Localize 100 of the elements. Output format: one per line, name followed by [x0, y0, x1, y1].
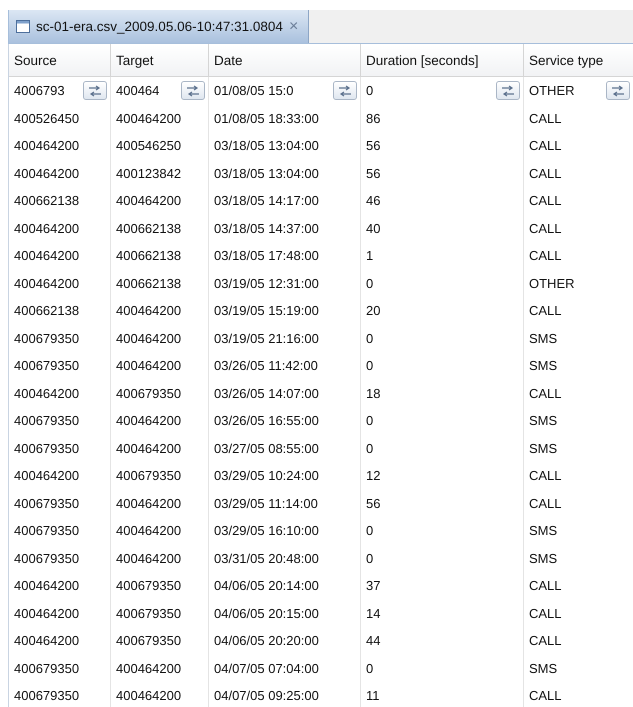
table-cell: 03/29/05 11:14:00: [214, 496, 318, 511]
filter-button[interactable]: [83, 81, 107, 100]
table-cell: 400123842: [116, 166, 182, 181]
table-cell: 400662138: [14, 193, 80, 208]
table-cell: 4006793: [14, 83, 65, 98]
table-cell: CALL: [529, 633, 562, 648]
table-cell: 03/18/05 17:48:00: [214, 248, 319, 264]
table-cell: 400679350: [116, 633, 182, 648]
table-cell: 0: [366, 523, 374, 538]
table-cell: 03/18/05 14:17:00: [214, 193, 319, 208]
arrows-icon: [338, 84, 352, 97]
table-cell: 400464200: [14, 220, 80, 236]
table-cell: 400464200: [116, 303, 182, 318]
table-cell: 400464200: [116, 523, 182, 538]
table-cell: 01/08/05 15:0: [214, 83, 294, 98]
table-cell: 400546250: [116, 138, 182, 154]
table-cell: 400464200: [14, 633, 80, 648]
table-cell: CALL: [529, 496, 562, 511]
table-cell: 0: [366, 83, 374, 98]
table-cell: 03/19/05 21:16:00: [214, 330, 319, 346]
column-header[interactable]: Date: [209, 44, 361, 77]
arrows-icon: [186, 84, 200, 97]
table-cell: 0: [366, 550, 374, 566]
table-cell: 03/26/05 16:55:00: [214, 413, 319, 428]
table-cell: 400679350: [116, 468, 182, 484]
table-cell: 03/19/05 12:31:00: [214, 276, 319, 291]
table-cell: 400679350: [14, 688, 80, 704]
table-cell: 400662138: [14, 303, 80, 318]
table-cell: 400679350: [14, 440, 80, 456]
table-cell: 400464200: [116, 330, 182, 346]
table-cell: OTHER: [529, 83, 574, 98]
column-header[interactable]: Target: [111, 44, 209, 77]
table-cell: 04/06/05 20:15:00: [214, 606, 319, 621]
filter-button[interactable]: [181, 81, 205, 100]
table-cell: 400679350: [14, 523, 80, 538]
table-cell: SMS: [529, 440, 558, 456]
table-cell: 400464200: [116, 660, 182, 676]
table-cell: 0: [366, 440, 374, 456]
table-cell: 03/26/05 11:42:00: [214, 358, 318, 374]
table-cell: 20: [366, 303, 380, 318]
table-cell: 12: [366, 468, 380, 484]
table-cell: 03/27/05 08:55:00: [214, 440, 319, 456]
table-cell: 400464200: [116, 688, 182, 704]
table-cell: CALL: [529, 688, 562, 704]
table-cell: 56: [366, 496, 380, 511]
table-cell: 400464200: [116, 358, 182, 374]
table-cell: 400526450: [14, 110, 80, 126]
table-cell: 400464200: [116, 550, 182, 566]
table-cell: 400464200: [116, 440, 182, 456]
table-cell: 04/06/05 20:20:00: [214, 633, 319, 648]
table-cell: CALL: [529, 303, 562, 318]
table-cell: 03/18/05 13:04:00: [214, 166, 319, 181]
table-cell: 03/31/05 20:48:00: [214, 550, 319, 566]
table-cell: CALL: [529, 193, 562, 208]
table-cell: 46: [366, 193, 380, 208]
table-cell: 400464200: [14, 276, 80, 291]
table-cell: 0: [366, 276, 374, 291]
table-cell: 03/19/05 15:19:00: [214, 303, 319, 318]
editor-tab[interactable]: sc-01-era.csv_2009.05.06-10:47:31.0804 ×: [9, 10, 310, 43]
table-cell: 03/26/05 14:07:00: [214, 386, 319, 401]
table-cell: 56: [366, 138, 380, 154]
table-cell: CALL: [529, 606, 562, 621]
filter-button[interactable]: [606, 81, 630, 100]
table-cell: 400464200: [116, 413, 182, 428]
filter-button[interactable]: [333, 81, 357, 100]
table-cell: 400464200: [116, 110, 182, 126]
arrows-icon: [611, 84, 625, 97]
table-cell: 03/29/05 16:10:00: [214, 523, 319, 538]
table-cell: 18: [366, 386, 380, 401]
table-cell: CALL: [529, 110, 562, 126]
table-cell: 400679350: [116, 386, 182, 401]
table-cell: 04/07/05 07:04:00: [214, 660, 319, 676]
table-cell: 04/06/05 20:14:00: [214, 578, 319, 594]
filter-button[interactable]: [496, 81, 520, 100]
table-cell: 400464200: [14, 248, 80, 264]
table-cell: CALL: [529, 578, 562, 594]
column-header[interactable]: Source: [9, 44, 111, 77]
table-cell: 400679350: [14, 660, 80, 676]
table-cell: CALL: [529, 468, 562, 484]
table-cell: 400464200: [14, 468, 80, 484]
table-cell: 01/08/05 18:33:00: [214, 110, 319, 126]
table-cell: 400464200: [14, 606, 80, 621]
table-cell: SMS: [529, 660, 558, 676]
table-cell: 56: [366, 166, 380, 181]
table-cell: 14: [366, 606, 380, 621]
table-cell: 11: [366, 688, 380, 704]
table-cell: 400662138: [116, 276, 182, 291]
table-cell: 400464: [116, 83, 160, 98]
table-cell: SMS: [529, 413, 558, 428]
table-cell: SMS: [529, 523, 558, 538]
table-cell: OTHER: [529, 276, 574, 291]
table-cell: CALL: [529, 166, 562, 181]
column-header[interactable]: Duration [seconds]: [361, 44, 524, 77]
table-cell: 400464200: [14, 138, 80, 154]
table-cell: 37: [366, 578, 380, 594]
table-cell: CALL: [529, 138, 562, 154]
table-cell: 40: [366, 220, 380, 236]
table-cell: 03/18/05 13:04:00: [214, 138, 319, 154]
table-cell: 0: [366, 660, 374, 676]
table-cell: 400662138: [116, 220, 182, 236]
